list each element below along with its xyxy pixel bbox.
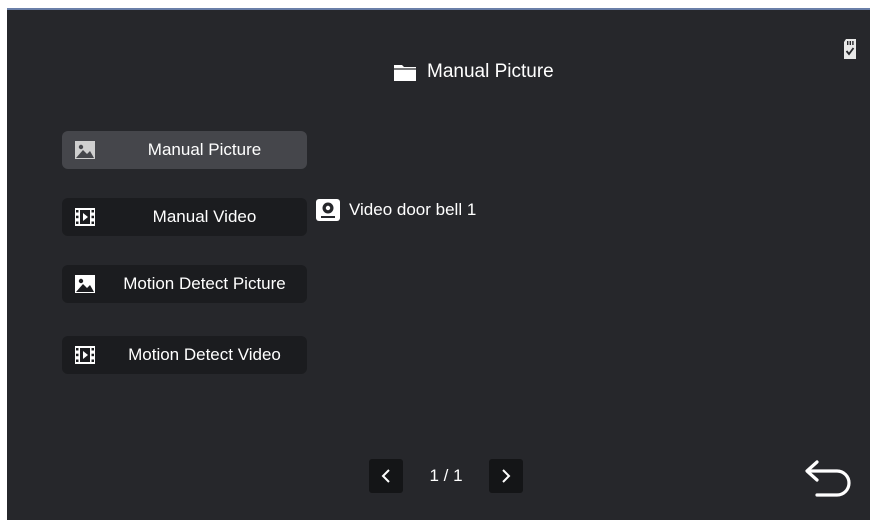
chevron-right-icon — [502, 469, 511, 483]
back-arrow-icon[interactable] — [803, 458, 855, 502]
next-page-button[interactable] — [489, 459, 523, 493]
sd-card-check-icon — [844, 39, 856, 59]
picture-icon — [75, 275, 95, 293]
doorbell-camera-icon — [316, 199, 340, 221]
menu-button-label: Manual Video — [152, 207, 257, 226]
menu-button-manual-picture[interactable]: Manual Picture — [62, 131, 307, 169]
folder-icon — [394, 65, 416, 81]
picture-icon — [75, 141, 95, 159]
device-name: Video door bell 1 — [349, 200, 477, 219]
film-icon — [75, 208, 95, 226]
page-header: Manual Picture — [393, 60, 554, 84]
menu-button-label: Manual Picture — [147, 140, 262, 159]
menu-button-manual-video[interactable]: Manual Video — [62, 198, 307, 236]
page-indicator: 1 / 1 — [429, 466, 463, 485]
menu-button-label: Motion Detect Picture — [123, 274, 286, 293]
menu-button-motion-detect-picture[interactable]: Motion Detect Picture — [62, 265, 307, 303]
page-title: Manual Picture — [427, 61, 554, 82]
menu-button-motion-detect-video[interactable]: Motion Detect Video — [62, 336, 307, 374]
screen: Manual Picture Manual Picture Manual Vid… — [7, 8, 870, 520]
film-icon — [75, 346, 95, 364]
chevron-left-icon — [381, 469, 390, 483]
menu-button-label: Motion Detect Video — [128, 345, 281, 364]
pagination: 1 / 1 — [369, 459, 523, 493]
device-list-item[interactable]: Video door bell 1 — [315, 198, 476, 222]
prev-page-button[interactable] — [369, 459, 403, 493]
